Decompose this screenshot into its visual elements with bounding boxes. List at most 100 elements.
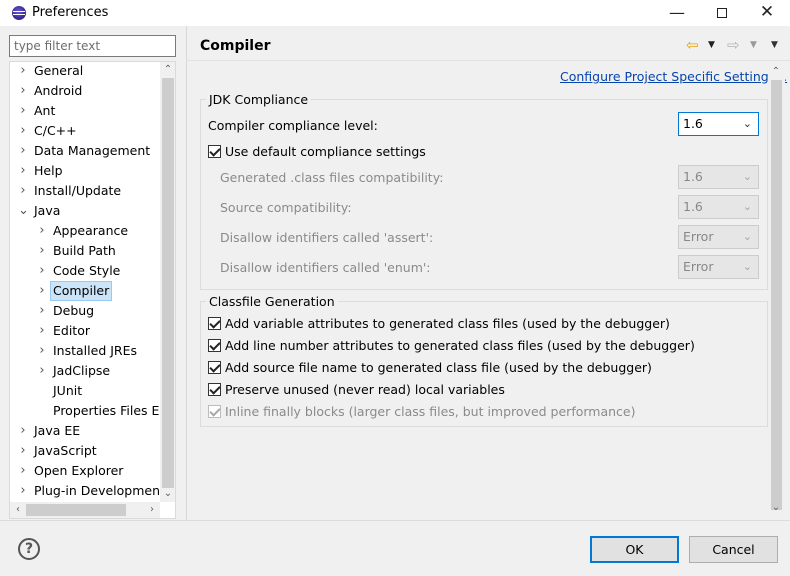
tree-item[interactable]: › Appearance xyxy=(10,221,160,241)
tree-item-label: General xyxy=(34,63,84,78)
scroll-right-icon[interactable]: › xyxy=(144,502,160,518)
tree-list: › General › Android › Ant › C/C++ › Data Manageme… xyxy=(10,62,160,502)
class-files-compat-label: Generated .class files compatibility: xyxy=(220,170,444,185)
tree-item[interactable]: Properties Files Ed xyxy=(10,401,160,421)
compliance-level-select[interactable]: 1.6 ⌄ xyxy=(678,112,759,136)
tree-item-label: Installed JREs xyxy=(53,343,138,358)
source-file-name-checkbox[interactable] xyxy=(208,361,221,374)
class-files-compat-select: 1.6 ⌄ xyxy=(678,165,759,189)
tree-item-label: Code Style xyxy=(53,263,121,278)
page-vertical-scrollbar[interactable]: ⌃ ⌄ xyxy=(768,64,785,516)
tree-item[interactable]: › General xyxy=(10,62,160,81)
tree-item-label: Help xyxy=(34,163,63,178)
source-file-name-label: Add source file name to generated class … xyxy=(225,360,652,375)
window-title: Preferences xyxy=(32,5,109,20)
inline-finally-label: Inline finally blocks (larger class file… xyxy=(225,404,636,419)
scroll-up-icon[interactable]: ⌃ xyxy=(160,62,175,78)
back-arrow-icon[interactable]: ⇦ xyxy=(686,36,699,54)
scroll-down-icon[interactable]: ⌄ xyxy=(768,500,784,516)
chevron-right-icon[interactable]: › xyxy=(18,441,28,461)
tree-item-label: C/C++ xyxy=(34,123,77,138)
forward-arrow-icon[interactable]: ⇨ xyxy=(727,36,740,54)
chevron-down-icon[interactable]: ⌄ xyxy=(18,201,29,221)
tree-hscroll-thumb[interactable] xyxy=(26,504,126,516)
back-history-dropdown-icon[interactable]: ▼ xyxy=(708,36,715,54)
view-menu-icon[interactable]: ▼ xyxy=(771,36,778,54)
tree-item[interactable]: › Java EE xyxy=(10,421,160,441)
tree-item[interactable]: › Build Path xyxy=(10,241,160,261)
tree-item[interactable]: › Editor xyxy=(10,321,160,341)
compliance-level-label: Compiler compliance level: xyxy=(208,118,378,133)
preference-tree: › General › Android › Ant › C/C++ › Data Manageme… xyxy=(9,61,176,519)
chevron-right-icon[interactable]: › xyxy=(37,301,47,321)
cancel-button[interactable]: Cancel xyxy=(689,536,778,563)
tree-scroll-thumb[interactable] xyxy=(162,78,174,488)
chevron-right-icon[interactable]: › xyxy=(18,161,28,181)
tree-item[interactable]: › Android xyxy=(10,81,160,101)
chevron-right-icon[interactable]: › xyxy=(37,241,47,261)
line-number-attributes-checkbox[interactable] xyxy=(208,339,221,352)
tree-item[interactable]: › JadClipse xyxy=(10,361,160,381)
tree-vertical-scrollbar[interactable]: ⌃ ⌄ xyxy=(160,62,175,502)
preserve-unused-label: Preserve unused (never read) local varia… xyxy=(225,382,505,397)
chevron-right-icon[interactable]: › xyxy=(18,421,28,441)
chevron-right-icon[interactable]: › xyxy=(18,121,28,141)
tree-item[interactable]: › Help xyxy=(10,161,160,181)
scroll-up-icon[interactable]: ⌃ xyxy=(768,64,784,80)
variable-attributes-label: Add variable attributes to generated cla… xyxy=(225,316,670,331)
chevron-right-icon[interactable]: › xyxy=(18,81,28,101)
tree-item[interactable]: JUnit xyxy=(10,381,160,401)
tree-item[interactable]: › Compiler xyxy=(10,281,160,301)
tree-item[interactable]: › Data Management xyxy=(10,141,160,161)
page-title: Compiler xyxy=(200,38,271,54)
maximize-icon xyxy=(717,8,727,18)
chevron-right-icon[interactable]: › xyxy=(18,62,28,81)
minimize-button[interactable]: — xyxy=(654,0,700,26)
use-default-checkbox[interactable] xyxy=(208,145,221,158)
tree-item[interactable]: › Code Style xyxy=(10,261,160,281)
chevron-right-icon[interactable]: › xyxy=(18,461,28,481)
help-icon[interactable]: ? xyxy=(18,538,40,560)
tree-item[interactable]: › JavaScript xyxy=(10,441,160,461)
tree-item-label: Plug-in Development xyxy=(34,483,160,498)
tree-item-label: Editor xyxy=(53,323,90,338)
close-button[interactable]: ✕ xyxy=(744,0,790,26)
chevron-right-icon[interactable]: › xyxy=(37,341,47,361)
ok-button[interactable]: OK xyxy=(590,536,679,563)
tree-item[interactable]: › Installed JREs xyxy=(10,341,160,361)
chevron-right-icon[interactable]: › xyxy=(37,221,47,241)
tree-item[interactable]: › C/C++ xyxy=(10,121,160,141)
page-scroll-thumb[interactable] xyxy=(771,80,782,510)
tree-item-label: JUnit xyxy=(53,383,83,398)
maximize-button[interactable] xyxy=(699,0,745,26)
tree-item[interactable]: › Debug xyxy=(10,301,160,321)
chevron-right-icon[interactable]: › xyxy=(37,261,47,281)
tree-horizontal-scrollbar[interactable]: ‹ › xyxy=(10,502,160,518)
chevron-right-icon[interactable]: › xyxy=(18,141,28,161)
tree-item[interactable]: › Install/Update xyxy=(10,181,160,201)
chevron-right-icon[interactable]: › xyxy=(37,281,47,301)
pane-divider[interactable] xyxy=(186,26,187,520)
class-files-compat-value: 1.6 xyxy=(683,169,703,184)
preserve-unused-checkbox[interactable] xyxy=(208,383,221,396)
configure-project-link[interactable]: Configure Project Specific Settings... xyxy=(560,69,787,84)
tree-item[interactable]: › Open Explorer xyxy=(10,461,160,481)
chevron-right-icon[interactable]: › xyxy=(37,321,47,341)
filter-input[interactable] xyxy=(10,36,175,56)
tree-item[interactable]: ⌄ Java xyxy=(10,201,160,221)
use-default-label: Use default compliance settings xyxy=(225,144,426,159)
chevron-right-icon[interactable]: › xyxy=(18,481,28,501)
tree-item[interactable]: › Ant xyxy=(10,101,160,121)
variable-attributes-checkbox[interactable] xyxy=(208,317,221,330)
scroll-down-icon[interactable]: ⌄ xyxy=(160,486,175,502)
forward-history-dropdown-icon[interactable]: ▼ xyxy=(750,36,757,54)
chevron-right-icon[interactable]: › xyxy=(18,101,28,121)
chevron-right-icon[interactable]: › xyxy=(37,361,47,381)
compliance-level-value: 1.6 xyxy=(683,116,703,131)
filter-field[interactable] xyxy=(9,35,176,57)
tree-item[interactable]: › Plug-in Development xyxy=(10,481,160,501)
assert-identifier-select: Error ⌄ xyxy=(678,225,759,249)
tree-item-label: Ant xyxy=(34,103,56,118)
scroll-left-icon[interactable]: ‹ xyxy=(10,502,26,518)
chevron-right-icon[interactable]: › xyxy=(18,181,28,201)
